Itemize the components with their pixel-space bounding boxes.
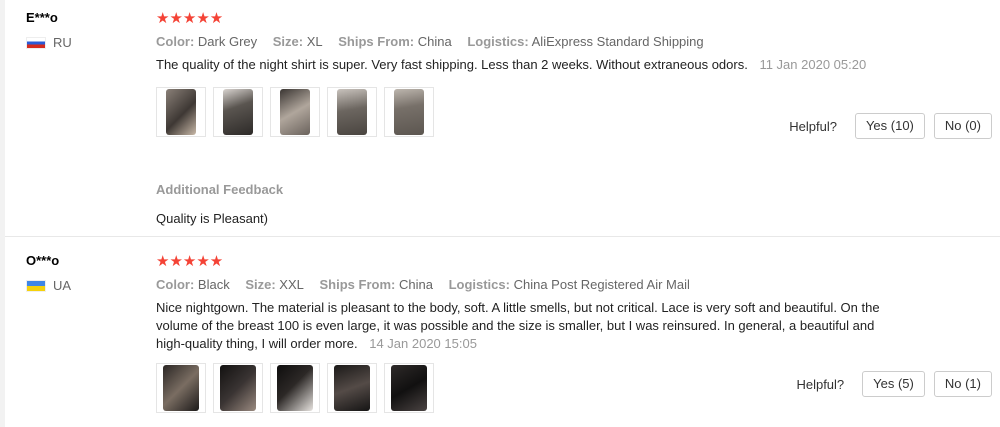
color-label: Color: <box>156 34 195 49</box>
review-body: The quality of the night shirt is super.… <box>156 57 748 72</box>
review-photo-thumbnail[interactable] <box>213 87 263 137</box>
helpful-label: Helpful? <box>796 376 845 392</box>
country-code: RU <box>53 35 72 50</box>
order-attributes: Color: Black Size: XXL Ships From: China… <box>156 277 992 292</box>
review-item: O***o UA ★★★★★ Color: Black Size: XXL Sh… <box>0 238 1000 427</box>
additional-feedback-title: Additional Feedback <box>156 182 284 197</box>
size-value: XXL <box>279 277 304 292</box>
logistics-value: AliExpress Standard Shipping <box>531 34 704 49</box>
review-text: The quality of the night shirt is super.… <box>156 56 901 74</box>
review-photo-thumbnail[interactable] <box>327 363 377 413</box>
helpful-no-button[interactable]: No (0) <box>933 113 992 139</box>
helpful-yes-button[interactable]: Yes (5) <box>862 371 925 397</box>
ships-from-value: China <box>398 277 433 292</box>
logistics-label: Logistics: <box>448 277 510 292</box>
review-photo-thumbnail[interactable] <box>270 87 320 137</box>
review-date: 14 Jan 2020 15:05 <box>369 336 477 351</box>
review-text: Nice nightgown. The material is pleasant… <box>156 299 901 353</box>
ships-from-value: China <box>417 34 452 49</box>
ships-from-label: Ships From: <box>319 277 396 292</box>
user-info: O***o UA <box>26 253 71 293</box>
review-body: Nice nightgown. The material is pleasant… <box>156 300 880 351</box>
country-code: UA <box>53 278 72 293</box>
russia-flag-icon <box>26 36 46 49</box>
logistics-value: China Post Registered Air Mail <box>513 277 690 292</box>
review-photo-thumbnail[interactable] <box>384 363 434 413</box>
additional-feedback-text: Quality is Pleasant) <box>156 211 268 226</box>
star-rating: ★★★★★ <box>156 253 224 270</box>
review-photo-thumbnail[interactable] <box>327 87 377 137</box>
review-divider <box>5 236 1000 237</box>
review-photo-thumbnail[interactable] <box>156 87 206 137</box>
user-name: E***o <box>26 10 58 25</box>
order-attributes: Color: Dark Grey Size: XL Ships From: Ch… <box>156 34 992 49</box>
review-photo-thumbnail[interactable] <box>384 87 434 137</box>
helpful-label: Helpful? <box>789 118 837 134</box>
ukraine-flag-icon <box>26 279 46 292</box>
helpful-yes-button[interactable]: Yes (10) <box>854 113 925 139</box>
color-value: Black <box>197 277 230 292</box>
color-value: Dark Grey <box>197 34 258 49</box>
review-photo-thumbnail[interactable] <box>270 363 320 413</box>
user-name: O***o <box>26 253 60 268</box>
ships-from-label: Ships From: <box>338 34 415 49</box>
helpful-section: Helpful? Yes (5) No (1) <box>796 371 992 397</box>
user-country: RU <box>26 35 72 50</box>
review-item: E***o RU ★★★★★ Color: Dark Grey Size: XL… <box>0 0 1000 238</box>
helpful-section: Helpful? Yes (10) No (0) <box>789 113 992 139</box>
size-label: Size: <box>272 34 304 49</box>
user-info: E***o RU <box>26 10 72 50</box>
helpful-no-button[interactable]: No (1) <box>933 371 992 397</box>
size-label: Size: <box>245 277 276 292</box>
logistics-label: Logistics: <box>467 34 529 49</box>
review-photo-thumbnail[interactable] <box>156 363 206 413</box>
star-rating: ★★★★★ <box>156 10 224 27</box>
review-date: 11 Jan 2020 05:20 <box>759 57 867 72</box>
review-photo-thumbnail[interactable] <box>213 363 263 413</box>
size-value: XL <box>306 34 323 49</box>
additional-feedback: Additional Feedback Quality is Pleasant) <box>156 182 992 226</box>
user-country: UA <box>26 278 71 293</box>
color-label: Color: <box>156 277 195 292</box>
